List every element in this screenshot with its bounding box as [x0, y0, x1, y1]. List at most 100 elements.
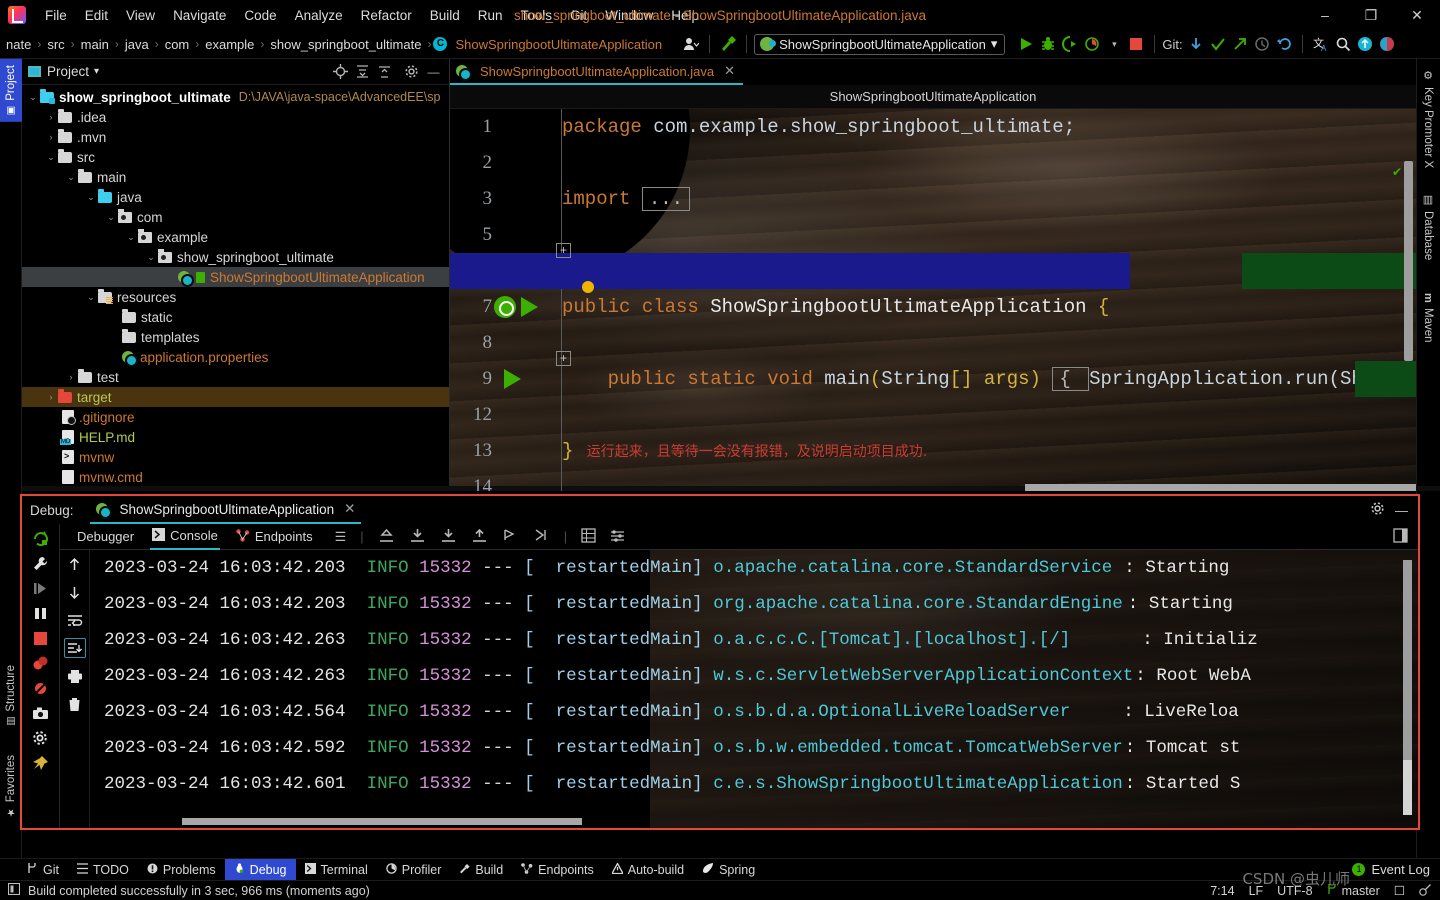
spring-bean-icon[interactable] — [494, 296, 516, 318]
tree-item-project-root[interactable]: ⌄ show_springboot_ultimate D:\JAVA\java-… — [22, 87, 449, 107]
tree-item-target[interactable]: › target — [22, 387, 449, 407]
chevron-down-icon[interactable]: ⌄ — [26, 92, 40, 103]
tree-item-java[interactable]: ⌄ java — [22, 187, 449, 207]
tool-window-spring[interactable]: Spring — [693, 859, 764, 881]
console-output[interactable]: 2023-03-24 16:03:42.203 INFO 15332 --- [… — [90, 550, 1418, 828]
tree-item-mvn[interactable]: › .mvn — [22, 127, 449, 147]
chevron-right-icon[interactable]: › — [64, 372, 78, 382]
tool-window-endpoints[interactable]: Endpoints — [512, 859, 603, 881]
table-icon[interactable] — [581, 527, 596, 546]
tool-window-debug[interactable]: Debug — [224, 858, 296, 881]
tree-item-templates[interactable]: templates — [22, 327, 449, 347]
editor-horizontal-scrollbar[interactable] — [1025, 484, 1416, 491]
chevron-down-icon[interactable]: ⌄ — [144, 252, 158, 263]
editor-breadcrumb-label[interactable]: ShowSpringbootUltimateApplication — [830, 89, 1037, 104]
settings-gear-icon[interactable] — [1370, 501, 1385, 519]
run-icon[interactable] — [1015, 33, 1037, 55]
tool-window-profiler[interactable]: Profiler — [377, 859, 451, 881]
lock-icon[interactable]: ☐ — [1394, 883, 1405, 898]
menu-view[interactable]: View — [117, 5, 164, 26]
step-over-icon[interactable] — [409, 528, 426, 546]
scroll-up-icon[interactable] — [64, 554, 86, 574]
git-rollback-icon[interactable] — [1273, 33, 1295, 55]
menu-analyze[interactable]: Analyze — [286, 5, 352, 26]
breadcrumb-item-1[interactable]: src — [43, 35, 68, 54]
editor-gutter[interactable]: 1 2 3 5 6 7 8 9 12 — [450, 109, 562, 491]
chevron-right-icon[interactable]: › — [44, 112, 58, 122]
print-icon[interactable] — [64, 666, 86, 686]
step-out-icon[interactable] — [378, 528, 395, 546]
sidebar-tab-key-promoter[interactable]: ⚙ Key Promoter X — [1416, 63, 1440, 174]
menu-refactor[interactable]: Refactor — [352, 5, 421, 26]
tree-item-static[interactable]: static — [22, 307, 449, 327]
chevron-down-icon[interactable]: ⌄ — [44, 152, 58, 163]
tool-window-todo[interactable]: TODO — [68, 859, 138, 881]
account-icon[interactable] — [1354, 33, 1376, 55]
run-to-cursor-icon[interactable] — [502, 528, 519, 546]
chevron-down-icon[interactable]: ⌄ — [84, 292, 98, 303]
console-horizontal-scrollbar[interactable] — [182, 818, 582, 825]
tool-window-auto-build[interactable]: Auto-build — [603, 859, 693, 881]
trash-icon[interactable] — [64, 694, 86, 714]
run-with-coverage-icon[interactable] — [1059, 33, 1081, 55]
inspection-status-icon[interactable]: ✔ — [1392, 165, 1402, 179]
menu-file[interactable]: File — [36, 5, 76, 26]
chevron-right-icon[interactable]: › — [44, 392, 58, 402]
menu-tools[interactable]: Tools — [512, 5, 562, 26]
chevron-down-icon[interactable]: ▾ — [1103, 33, 1125, 55]
tab-endpoints[interactable]: Endpoints — [234, 524, 315, 550]
breadcrumb-item-3[interactable]: java — [121, 35, 153, 54]
view-breakpoints-icon[interactable] — [30, 653, 52, 673]
sidebar-tab-project[interactable]: ▣ Project — [0, 59, 22, 122]
chevron-down-icon[interactable]: ▾ — [991, 36, 998, 52]
editor-tab-showspringbootultimateapplication[interactable]: ShowSpringbootUltimateApplication.java ✕ — [450, 59, 744, 85]
breadcrumb-item-0[interactable]: nate — [2, 35, 35, 54]
pause-icon[interactable] — [30, 603, 52, 623]
pin-icon[interactable] — [30, 753, 52, 773]
sidebar-tab-maven[interactable]: m Maven — [1416, 287, 1440, 348]
mute-breakpoints-icon[interactable] — [30, 678, 52, 698]
wrench-icon[interactable] — [30, 553, 52, 573]
chevron-down-icon[interactable]: ⌄ — [64, 172, 78, 183]
breadcrumb-item-2[interactable]: main — [77, 35, 113, 54]
run-configuration-selector[interactable]: ShowSpringbootUltimateApplication ▾ — [754, 33, 1006, 55]
tree-item-src[interactable]: ⌄ src — [22, 147, 449, 167]
menu-edit[interactable]: Edit — [76, 5, 117, 26]
editor-vertical-scrollbar[interactable] — [1404, 161, 1413, 361]
menu-icon[interactable]: ☰ — [335, 529, 347, 545]
profile-run-icon[interactable] — [1081, 33, 1103, 55]
scroll-to-end-icon[interactable] — [63, 638, 86, 658]
collapsed-imports[interactable]: ... — [641, 187, 691, 211]
fold-marker-import[interactable]: + — [556, 243, 571, 258]
menu-code[interactable]: Code — [235, 5, 285, 26]
plugin-icon[interactable] — [1376, 33, 1398, 55]
evaluate-expression-icon[interactable] — [533, 528, 550, 546]
tree-item-mvnw-cmd[interactable]: mvnw.cmd — [22, 467, 449, 487]
step-into-icon[interactable] — [440, 528, 457, 546]
settings-layout-icon[interactable] — [1393, 527, 1418, 546]
close-button[interactable]: ✕ — [1394, 0, 1440, 30]
settings2-icon[interactable] — [610, 528, 625, 546]
git-update-icon[interactable] — [1185, 33, 1207, 55]
tree-item-application-properties[interactable]: application.properties — [22, 347, 449, 367]
tool-window-git[interactable]: Git — [18, 859, 68, 881]
run-icon[interactable] — [504, 369, 521, 389]
tree-item-gitignore[interactable]: .gitignore — [22, 407, 449, 427]
settings-gear-icon[interactable] — [30, 728, 52, 748]
tree-item-idea[interactable]: › .idea — [22, 107, 449, 127]
tree-item-test[interactable]: › test — [22, 367, 449, 387]
menu-window[interactable]: Window — [596, 5, 662, 26]
git-push-icon[interactable] — [1229, 33, 1251, 55]
tree-item-mvnw[interactable]: mvnw — [22, 447, 449, 467]
fold-marker-method[interactable]: + — [556, 351, 571, 366]
resume-program-icon[interactable] — [30, 578, 52, 598]
close-icon[interactable]: ✕ — [724, 63, 735, 79]
stop-icon[interactable] — [30, 628, 52, 648]
breadcrumb-item-6[interactable]: show_springboot_ultimate — [266, 35, 425, 54]
locate-icon[interactable] — [331, 62, 350, 81]
expand-all-icon[interactable] — [353, 62, 372, 81]
debug-icon[interactable] — [1037, 33, 1059, 55]
maximize-button[interactable]: ❐ — [1348, 0, 1394, 30]
translate-icon[interactable]: 文A — [1310, 33, 1332, 55]
tree-item-com[interactable]: ⌄ com — [22, 207, 449, 227]
